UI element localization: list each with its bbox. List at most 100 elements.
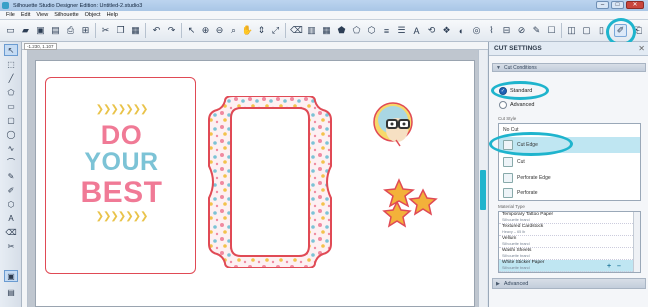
quote-card[interactable]: DO YOUR BEST ❯❯❯❯❯❯❯ ❯❯❯❯❯❯❯ — [45, 77, 196, 274]
cut-area-icon[interactable]: ▤ — [4, 286, 18, 298]
horizontal-ruler — [22, 42, 488, 50]
cut-style-icon — [503, 157, 513, 167]
cut-tool-icon[interactable]: ✎ — [530, 24, 543, 37]
minimize-button[interactable]: – — [596, 1, 609, 9]
zoom-drag-icon[interactable]: ⇕ — [255, 24, 268, 37]
undo-icon[interactable]: ↶ — [150, 24, 163, 37]
store-icon[interactable]: ◫ — [565, 24, 578, 37]
panel-header: CUT SETTINGS ✕ — [489, 42, 648, 56]
copy-icon[interactable]: ❐ — [114, 24, 127, 37]
cut-style-cut[interactable]: Cut — [499, 154, 640, 170]
point-edit-icon[interactable]: ⬚ — [4, 58, 18, 70]
star-stickers[interactable] — [380, 178, 440, 230]
menu-bar: File Edit View Silhouette Object Help — [0, 11, 648, 20]
knife-tool-icon[interactable]: ✂ — [4, 240, 18, 252]
eraser-icon[interactable]: ⌫ — [290, 24, 303, 37]
zoom-out-icon[interactable]: ⊖ — [213, 24, 226, 37]
character-sticker[interactable] — [372, 100, 414, 148]
align-icon[interactable]: ⊟ — [500, 24, 513, 37]
menu-file[interactable]: File — [6, 12, 15, 18]
select-tool-icon[interactable]: ↖ — [4, 44, 18, 56]
zoom-in-icon[interactable]: ⊕ — [199, 24, 212, 37]
paste-icon[interactable]: ▦ — [129, 24, 142, 37]
trace-icon[interactable]: ⌇ — [485, 24, 498, 37]
perforate-icon — [503, 188, 513, 198]
panel-close-icon[interactable]: ✕ — [638, 44, 645, 53]
freehand-tool-icon[interactable]: ✎ — [4, 170, 18, 182]
ellipse-tool-icon[interactable]: ◯ — [4, 128, 18, 140]
rotate-icon[interactable]: ⊘ — [515, 24, 528, 37]
rounded-rect-tool-icon[interactable]: ▢ — [4, 114, 18, 126]
advanced-section[interactable]: ▶ Advanced — [492, 278, 646, 289]
advanced-radio-dot[interactable] — [499, 101, 507, 109]
add-material-button[interactable]: + — [607, 263, 611, 270]
menu-silhouette[interactable]: Silhouette — [54, 12, 78, 18]
cut-icon[interactable]: ✂ — [99, 24, 112, 37]
menu-object[interactable]: Object — [85, 12, 101, 18]
cut-conditions-section[interactable]: ▼ Cut Conditions — [492, 63, 646, 72]
menu-edit[interactable]: Edit — [21, 12, 30, 18]
fill-color-icon[interactable]: ⬟ — [335, 24, 348, 37]
material-item[interactable]: Vellum Silhouette brand — [499, 236, 633, 248]
regular-polygon-icon[interactable]: ⬡ — [4, 198, 18, 210]
fit-page-icon[interactable]: ⤢ — [269, 24, 282, 37]
material-type-list: Temporary Tattoo Paper Silhouette brand … — [498, 211, 641, 273]
floral-frame[interactable] — [205, 96, 335, 268]
menu-view[interactable]: View — [36, 12, 48, 18]
cut-style-perforate-edge[interactable]: Perforate Edge — [499, 170, 640, 186]
transform-icon[interactable]: ⟲ — [425, 24, 438, 37]
line-style-icon[interactable]: ≡ — [380, 24, 393, 37]
main-toolbar: ▭ ▰ ▣ ▤ ⎙ ⊞ ✂ ❐ ▦ ↶ ↷ ↖ ⊕ ⊖ ⌕ ✋ ⇕ ⤢ ⌫ ▥ … — [0, 20, 648, 42]
modify-icon[interactable]: ◐ — [455, 24, 468, 37]
perforate-edge-label: Perforate Edge — [517, 175, 551, 181]
line-color-icon[interactable]: ⬠ — [350, 24, 363, 37]
title-bar: Silhouette Studio Designer Edition: Unti… — [0, 0, 648, 11]
gradient-icon[interactable]: ⬡ — [365, 24, 378, 37]
rectangle-tool-icon[interactable]: ▭ — [4, 100, 18, 112]
material-item[interactable]: Washi Sheets Silhouette brand — [499, 248, 633, 260]
material-item-selected[interactable]: White Sticker Paper Silhouette brand — [499, 260, 633, 272]
maximize-button[interactable]: □ — [611, 1, 624, 9]
print-icon[interactable]: ⎙ — [64, 24, 77, 37]
print-cut-icon[interactable]: ⊞ — [79, 24, 92, 37]
zoom-box-icon[interactable]: ⌕ — [227, 24, 240, 37]
redo-icon[interactable]: ↷ — [165, 24, 178, 37]
curve-tool-icon[interactable]: ∿ — [4, 142, 18, 154]
library-store-icon[interactable]: ☐ — [545, 24, 558, 37]
bottom-chevron-border: ❯❯❯❯❯❯❯ — [95, 211, 149, 222]
grid-icon[interactable]: ▦ — [320, 24, 333, 37]
material-list-scrollbar[interactable] — [633, 212, 640, 272]
smooth-freehand-icon[interactable]: ✐ — [4, 184, 18, 196]
canvas-vertical-scrollbar[interactable] — [478, 50, 487, 307]
eraser-tool-icon[interactable]: ⌫ — [4, 226, 18, 238]
save-icon[interactable]: ▣ — [34, 24, 47, 37]
library-icon[interactable]: ▤ — [49, 24, 62, 37]
pan-hand-icon[interactable]: ✋ — [241, 24, 254, 37]
close-button[interactable]: ✕ — [626, 1, 644, 9]
page-setup-icon[interactable]: ▥ — [305, 24, 318, 37]
select-pointer-icon[interactable]: ↖ — [185, 24, 198, 37]
material-item[interactable]: Textured Cardstock Heavy – 65 lb — [499, 224, 633, 236]
text-style-icon[interactable]: A — [410, 24, 423, 37]
layers-icon[interactable]: ☰ — [395, 24, 408, 37]
expand-arrow-icon: ▶ — [496, 280, 500, 287]
scrollbar-thumb[interactable] — [480, 170, 486, 210]
open-folder-icon[interactable]: ▰ — [19, 24, 32, 37]
cut-edge-highlight — [489, 132, 573, 156]
offset-icon[interactable]: ◎ — [470, 24, 483, 37]
arc-tool-icon[interactable]: ⌒ — [4, 156, 18, 168]
drawing-tools-bar: ↖ ⬚ ╱ ⬠ ▭ ▢ ◯ ∿ ⌒ ✎ ✐ ⬡ A ⌫ ✂ ▣ ▤ — [0, 42, 22, 307]
new-file-icon[interactable]: ▭ — [4, 24, 17, 37]
polygon-tool-icon[interactable]: ⬠ — [4, 86, 18, 98]
menu-help[interactable]: Help — [107, 12, 118, 18]
advanced-mode-radio[interactable]: Advanced — [499, 101, 534, 109]
material-item[interactable]: Temporary Tattoo Paper Silhouette brand — [499, 212, 633, 224]
remove-material-button[interactable]: – — [617, 263, 621, 270]
replicate-icon[interactable]: ❖ — [440, 24, 453, 37]
text-tool-icon[interactable]: A — [4, 212, 18, 224]
show-mat-icon[interactable]: ▣ — [4, 270, 18, 282]
material-brand: Silhouette brand — [502, 254, 530, 258]
cut-style-perforate[interactable]: Perforate — [499, 185, 640, 201]
media-icon[interactable]: ▢ — [580, 24, 593, 37]
line-tool-icon[interactable]: ╱ — [4, 72, 18, 84]
